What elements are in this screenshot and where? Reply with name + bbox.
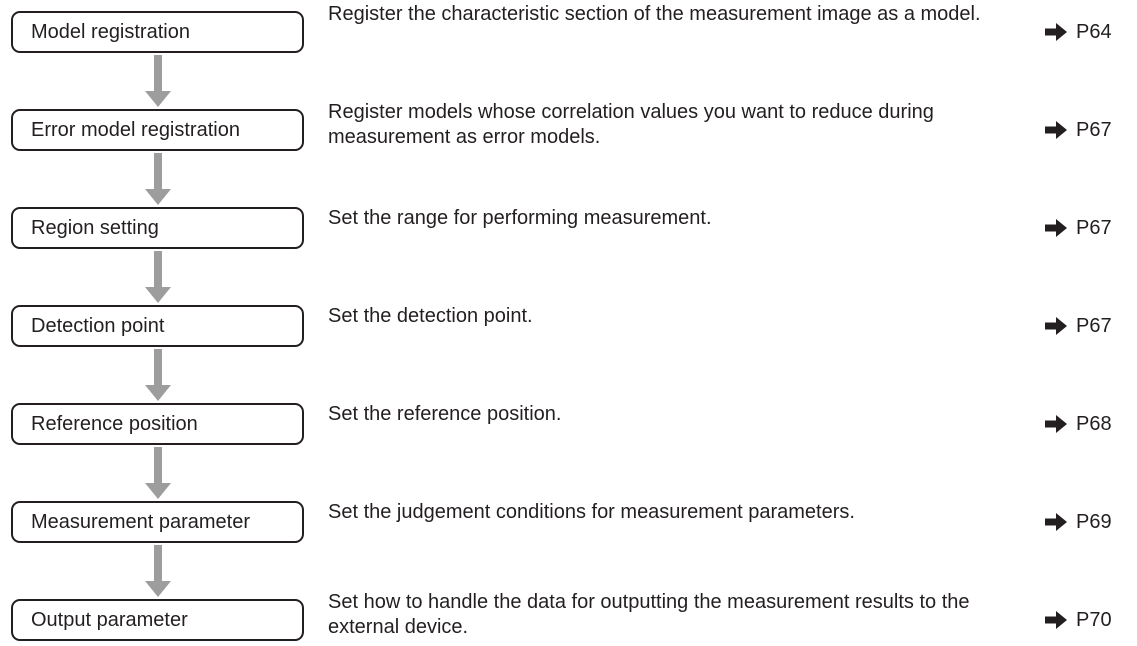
step-box: Measurement parameter xyxy=(11,501,304,543)
right-arrow-icon xyxy=(1045,121,1067,139)
right-arrow-icon xyxy=(1045,219,1067,237)
right-arrow-icon xyxy=(1045,513,1067,531)
step-label: Reference position xyxy=(31,412,198,435)
step-description: Set the detection point. xyxy=(328,305,533,327)
down-arrow-icon xyxy=(145,447,171,499)
step-label: Model registration xyxy=(31,20,190,43)
right-arrow-icon xyxy=(1045,23,1067,41)
page-reference: P67 xyxy=(1045,117,1112,143)
step-label: Output parameter xyxy=(31,608,188,631)
step-description: Set the range for performing measurement… xyxy=(328,207,712,229)
page-reference-label: P67 xyxy=(1076,314,1112,337)
step-description: Register models whose correlation values… xyxy=(328,101,934,148)
page-reference: P68 xyxy=(1045,411,1112,437)
flow-step: Detection point Set the detection point. P… xyxy=(0,305,1137,347)
page-reference: P69 xyxy=(1045,509,1112,535)
flow-step: Region setting Set the range for performi… xyxy=(0,207,1137,249)
page-reference: P70 xyxy=(1045,607,1112,633)
flow-step: Error model registration Register models … xyxy=(0,101,1137,151)
right-arrow-icon xyxy=(1045,611,1067,629)
step-description: Set the reference position. xyxy=(328,403,562,425)
flow-step: Output parameter Set how to handle the da… xyxy=(0,591,1137,641)
page-reference: P67 xyxy=(1045,215,1112,241)
down-arrow-icon xyxy=(145,545,171,597)
step-label: Region setting xyxy=(31,216,159,239)
step-box: Model registration xyxy=(11,11,304,53)
right-arrow-icon xyxy=(1045,317,1067,335)
flow-step: Model registration Register the character… xyxy=(0,3,1137,53)
step-description: Register the characteristic section of t… xyxy=(328,3,981,25)
down-arrow-icon xyxy=(145,55,171,107)
step-box: Detection point xyxy=(11,305,304,347)
page-reference-label: P67 xyxy=(1076,216,1112,239)
down-arrow-icon xyxy=(145,153,171,205)
page-reference-label: P67 xyxy=(1076,118,1112,141)
down-arrow-icon xyxy=(145,349,171,401)
right-arrow-icon xyxy=(1045,415,1067,433)
step-description: Set the judgement conditions for measure… xyxy=(328,501,855,523)
down-arrow-icon xyxy=(145,251,171,303)
step-box: Reference position xyxy=(11,403,304,445)
page-reference: P64 xyxy=(1045,19,1112,45)
step-box: Region setting xyxy=(11,207,304,249)
step-box: Error model registration xyxy=(11,109,304,151)
step-label: Measurement parameter xyxy=(31,510,250,533)
step-description: Set how to handle the data for outputtin… xyxy=(328,591,970,638)
step-label: Error model registration xyxy=(31,118,240,141)
flow-step: Reference position Set the reference posi… xyxy=(0,403,1137,445)
page-reference-label: P64 xyxy=(1076,20,1112,43)
step-label: Detection point xyxy=(31,314,165,337)
page-reference: P67 xyxy=(1045,313,1112,339)
step-box: Output parameter xyxy=(11,599,304,641)
page-reference-label: P70 xyxy=(1076,608,1112,631)
page-reference-label: P68 xyxy=(1076,412,1112,435)
page-reference-label: P69 xyxy=(1076,510,1112,533)
workflow-diagram: Model registration Register the character… xyxy=(0,0,1137,646)
flow-step: Measurement parameter Set the judgement c… xyxy=(0,501,1137,543)
